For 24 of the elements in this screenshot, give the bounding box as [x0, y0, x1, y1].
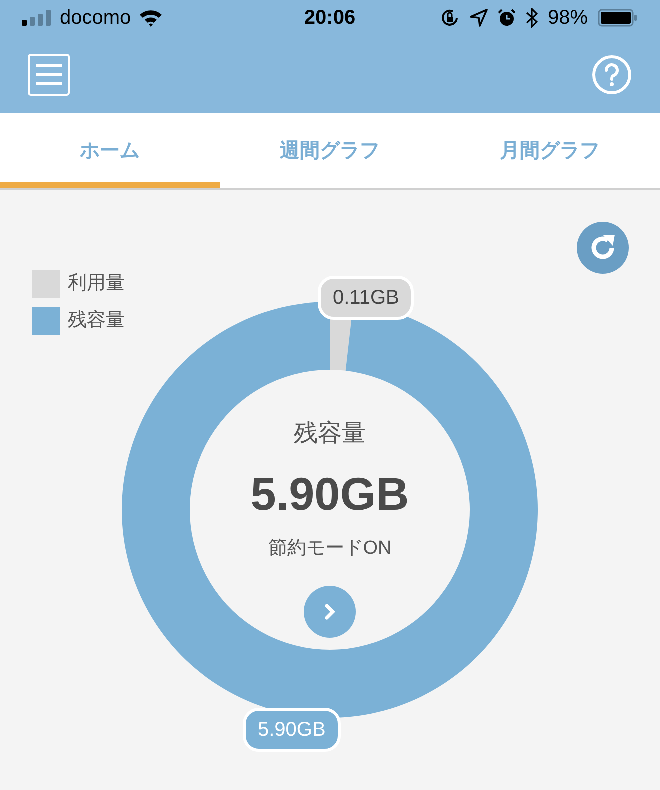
battery-percent: 98%	[548, 6, 588, 31]
mode-status: 節約モードON	[268, 537, 392, 561]
signal-icon	[22, 10, 52, 26]
tab[interactable]: 週間グラフ	[220, 113, 440, 188]
legend-label: 残容量	[68, 308, 125, 332]
location-icon	[470, 9, 488, 27]
next-button[interactable]	[304, 586, 356, 638]
carrier-name: docomo	[60, 6, 132, 31]
bluetooth-icon	[526, 8, 538, 28]
rotation-lock-icon	[440, 8, 460, 28]
help-icon[interactable]	[592, 54, 632, 94]
menu-button[interactable]	[28, 54, 70, 96]
chevron-right-icon	[323, 602, 337, 620]
refresh-button[interactable]	[577, 222, 629, 274]
center-label: 残容量	[294, 419, 366, 449]
legend-label: 利用量	[68, 272, 125, 296]
battery-icon	[598, 9, 638, 27]
status-time: 20:06	[303, 6, 357, 31]
wifi-icon	[139, 9, 164, 27]
value-label: 5.90GB	[243, 708, 341, 752]
tab[interactable]: ホーム	[0, 113, 220, 188]
remaining-value: 5.90GB	[250, 467, 410, 522]
alarm-icon	[498, 9, 516, 27]
tab[interactable]: 月間グラフ	[440, 113, 660, 188]
